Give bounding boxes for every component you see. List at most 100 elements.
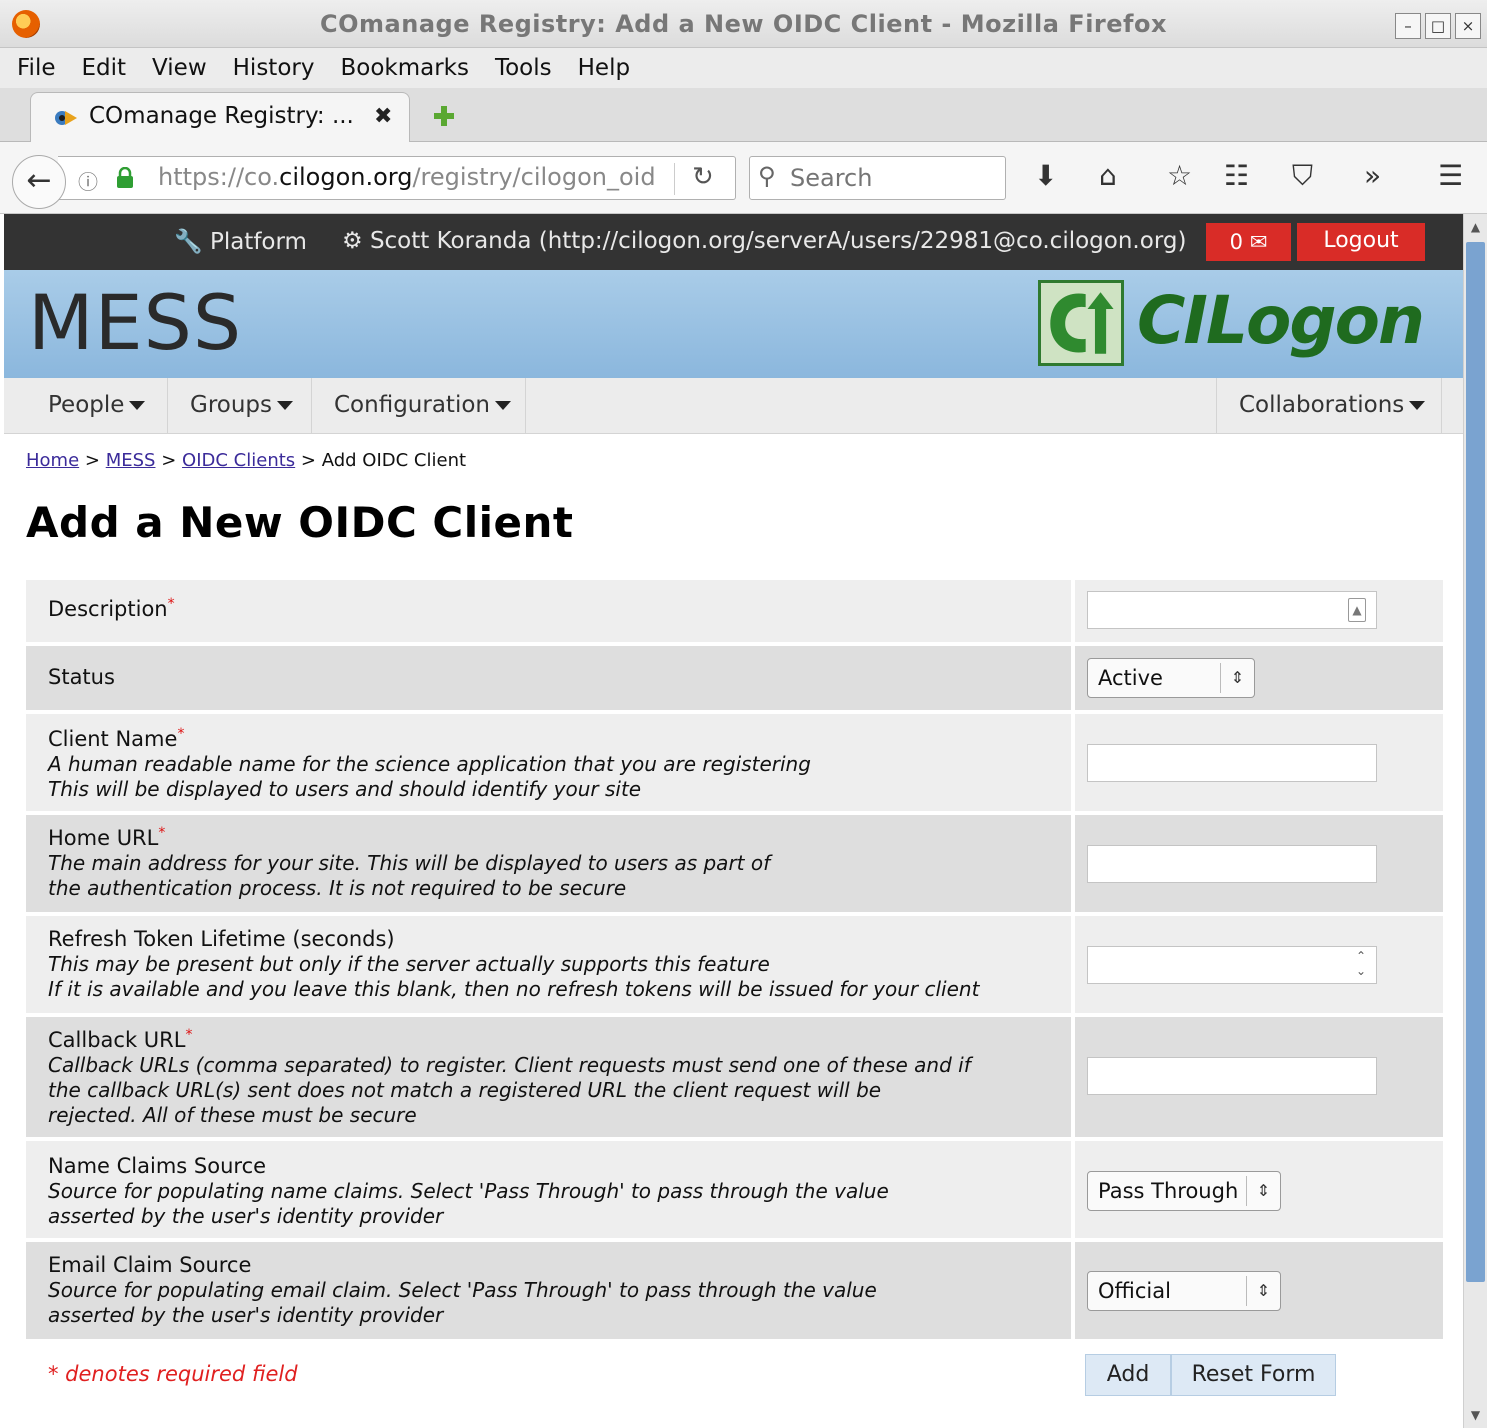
search-input[interactable] [790,163,990,193]
form-row-home-url: Home URL* The main address for your site… [26,815,1443,912]
client-name-input[interactable] [1087,744,1377,782]
search-bar[interactable]: ⚲ [749,156,1006,200]
comanage-favicon-icon [55,111,77,125]
url-text[interactable]: https://co.cilogon.org/registry/cilogon_… [158,163,656,191]
refresh-token-input[interactable]: ⌃ ⌄ [1087,946,1377,984]
nav-toolbar: ⓘ https://co.cilogon.org/registry/cilogo… [0,142,1487,214]
page-title: Add a New OIDC Client [26,498,574,547]
minimize-button[interactable]: – [1395,13,1421,39]
menu-bookmarks[interactable]: Bookmarks [340,55,469,81]
tab-bar: COmanage Registry: ... ✖ [0,88,1487,143]
status-label: Status [48,665,115,689]
site-info-icon[interactable]: ⓘ [78,166,98,195]
select-arrows-icon: ⇕ [1246,1176,1280,1206]
home-icon[interactable]: ⌂ [1099,160,1117,192]
scroll-up-icon[interactable]: ▲ [1464,216,1487,238]
gear-icon: ⚙ [342,228,363,254]
name-claims-label: Name Claims Source [48,1154,267,1178]
breadcrumb: Home > MESS > OIDC Clients > Add OIDC Cl… [26,450,467,471]
scroll-down-icon[interactable]: ▼ [1464,1404,1487,1426]
main-nav: People Groups Configuration Collaboratio… [4,378,1463,434]
overflow-chevron-icon[interactable]: » [1364,160,1381,192]
cilogon-logo-text: CILogon [1137,282,1425,359]
form-row-description: Description* ▲ [26,580,1443,642]
back-button[interactable]: ← [12,155,66,209]
menu-history[interactable]: History [233,55,315,81]
form-row-email-claim: Email Claim Source Source for populating… [26,1242,1443,1339]
maximize-button[interactable]: □ [1425,13,1451,39]
tab-comanage[interactable]: COmanage Registry: ... ✖ [30,92,410,143]
secure-lock-icon[interactable] [116,167,134,189]
breadcrumb-home[interactable]: Home [26,450,79,471]
page-scrollbar[interactable]: ▲ ▼ [1463,214,1487,1428]
menu-bar: File Edit View History Bookmarks Tools H… [0,48,1487,88]
co-banner: MESS CILogon [4,270,1463,378]
url-bar[interactable]: ⓘ https://co.cilogon.org/registry/cilogo… [58,156,736,200]
breadcrumb-mess[interactable]: MESS [106,450,156,471]
description-label: Description [48,597,168,621]
breadcrumb-oidc-clients[interactable]: OIDC Clients [182,450,295,471]
cilogon-mark-icon [1038,280,1124,366]
select-arrows-icon: ⇕ [1220,663,1254,693]
window-titlebar: COmanage Registry: Add a New OIDC Client… [0,0,1487,48]
download-icon[interactable]: ⬇ [1034,160,1057,192]
search-icon: ⚲ [758,162,776,190]
hamburger-menu-icon[interactable]: ☰ [1438,160,1463,192]
refresh-token-label: Refresh Token Lifetime (seconds) [48,927,395,951]
menu-file[interactable]: File [17,55,56,81]
registry-topbar: 🔧 Platform ⚙ Scott Koranda (http://cilog… [4,214,1463,270]
home-url-label: Home URL [48,826,159,850]
number-spinner-icon[interactable]: ⌃ ⌄ [1356,949,1366,979]
page-viewport: 🔧 Platform ⚙ Scott Koranda (http://cilog… [0,214,1487,1428]
caret-down-icon [129,401,146,410]
form-row-name-claims: Name Claims Source Source for populating… [26,1141,1443,1238]
caret-down-icon [494,401,511,410]
new-tab-plus-icon[interactable] [432,104,456,128]
tab-close-icon[interactable]: ✖ [374,104,392,129]
nav-groups[interactable]: Groups [168,378,312,434]
description-input[interactable]: ▲ [1087,591,1377,629]
nav-configuration[interactable]: Configuration [312,378,526,434]
menu-edit[interactable]: Edit [82,55,127,81]
reload-icon[interactable]: ↻ [692,162,714,192]
window-title: COmanage Registry: Add a New OIDC Client… [320,10,1167,38]
menu-view[interactable]: View [152,55,207,81]
status-select[interactable]: Active ⇕ [1087,658,1255,698]
select-arrows-icon: ⇕ [1246,1276,1280,1306]
menu-help[interactable]: Help [578,55,630,81]
wrench-icon: 🔧 [174,229,203,255]
callback-url-label: Callback URL [48,1028,186,1052]
co-name: MESS [28,278,243,367]
pocket-icon[interactable]: ⛉ [1292,160,1313,192]
client-name-label: Client Name [48,727,178,751]
envelope-icon: ✉ [1249,230,1268,254]
tab-title: COmanage Registry: ... [89,103,354,129]
back-arrow-icon: ← [26,163,52,198]
form-row-status: Status Active ⇕ [26,646,1443,710]
logout-button[interactable]: Logout [1297,223,1425,261]
bookmark-star-icon[interactable]: ☆ [1167,160,1192,192]
form-row-refresh-token: Refresh Token Lifetime (seconds) This ma… [26,916,1443,1013]
email-claim-select[interactable]: Official ⇕ [1087,1271,1281,1311]
nav-collaborations[interactable]: Collaborations [1216,378,1442,434]
user-menu[interactable]: ⚙ Scott Koranda (http://cilogon.org/serv… [342,228,1186,254]
close-window-button[interactable]: × [1455,13,1481,39]
url-separator [674,163,675,195]
notifications-button[interactable]: 0 ✉ [1206,223,1291,261]
caret-down-icon [277,401,294,410]
breadcrumb-current: Add OIDC Client [321,450,467,471]
email-claim-label: Email Claim Source [48,1253,252,1277]
menu-tools[interactable]: Tools [495,55,552,81]
callback-url-input[interactable] [1087,1057,1377,1095]
nav-people[interactable]: People [4,378,168,434]
name-claims-select[interactable]: Pass Through ⇕ [1087,1171,1281,1211]
home-url-input[interactable] [1087,845,1377,883]
form-row-client-name: Client Name* A human readable name for t… [26,714,1443,811]
add-button[interactable]: Add [1085,1354,1171,1396]
oidc-client-form: Description* ▲ Status Active ⇕ Client Na… [26,580,1443,1343]
reader-list-icon[interactable]: ☷ [1224,160,1249,192]
scrollbar-thumb[interactable] [1466,242,1485,1282]
caret-down-icon [1409,401,1426,410]
platform-link[interactable]: 🔧 Platform [174,228,307,255]
reset-form-button[interactable]: Reset Form [1171,1354,1336,1396]
